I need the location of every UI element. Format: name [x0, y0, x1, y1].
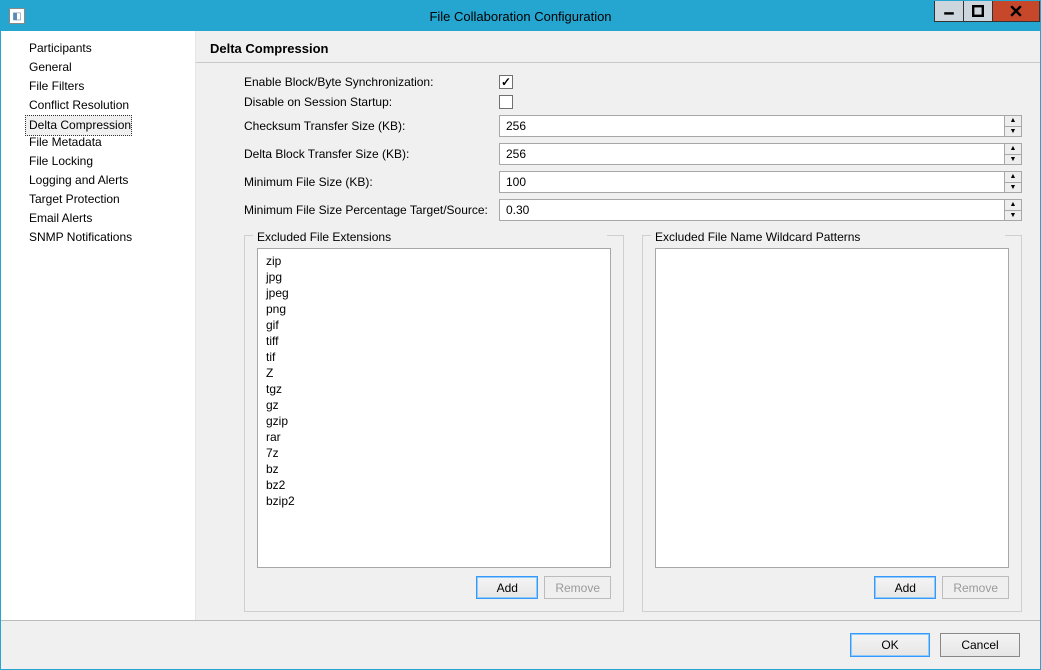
wild-remove-button: Remove: [942, 576, 1009, 599]
row-min-size: Minimum File Size (KB): ▲ ▼: [244, 171, 1022, 193]
sidebar-item-file-metadata[interactable]: File Metadata: [1, 133, 195, 152]
checksum-input[interactable]: [499, 115, 1004, 137]
min-pct-spinner: ▲ ▼: [499, 199, 1022, 221]
group-excluded-extensions: Excluded File Extensions zipjpgjpegpnggi…: [244, 235, 624, 612]
ext-remove-button: Remove: [544, 576, 611, 599]
list-item[interactable]: tgz: [266, 381, 602, 397]
sidebar-item-email-alerts[interactable]: Email Alerts: [1, 209, 195, 228]
close-button[interactable]: [992, 1, 1040, 22]
list-item[interactable]: zip: [266, 253, 602, 269]
min-size-spinner: ▲ ▼: [499, 171, 1022, 193]
ok-button[interactable]: OK: [850, 633, 930, 657]
wild-add-button[interactable]: Add: [874, 576, 936, 599]
ext-add-button[interactable]: Add: [476, 576, 538, 599]
list-item[interactable]: png: [266, 301, 602, 317]
sidebar-item-logging-and-alerts[interactable]: Logging and Alerts: [1, 171, 195, 190]
list-item[interactable]: jpg: [266, 269, 602, 285]
min-size-label: Minimum File Size (KB):: [244, 175, 499, 189]
enable-sync-checkbox[interactable]: [499, 75, 513, 89]
sidebar-item-general[interactable]: General: [1, 58, 195, 77]
list-item[interactable]: Z: [266, 365, 602, 381]
min-pct-label: Minimum File Size Percentage Target/Sour…: [244, 203, 499, 217]
row-disable-startup: Disable on Session Startup:: [244, 95, 1022, 109]
close-icon: [1010, 5, 1022, 17]
main-area: ParticipantsGeneralFile FiltersConflict …: [1, 31, 1040, 621]
maximize-button[interactable]: [963, 1, 993, 22]
list-item[interactable]: gz: [266, 397, 602, 413]
delta-block-label: Delta Block Transfer Size (KB):: [244, 147, 499, 161]
checksum-spin-up[interactable]: ▲: [1005, 116, 1021, 127]
list-item[interactable]: tiff: [266, 333, 602, 349]
minimize-icon: [943, 5, 955, 17]
min-size-spin-down[interactable]: ▼: [1005, 183, 1021, 193]
row-delta-block: Delta Block Transfer Size (KB): ▲ ▼: [244, 143, 1022, 165]
min-pct-spin-up[interactable]: ▲: [1005, 200, 1021, 211]
group-wild-title: Excluded File Name Wildcard Patterns: [651, 230, 1005, 244]
group-ext-title: Excluded File Extensions: [253, 230, 607, 244]
maximize-icon: [972, 5, 984, 17]
app-icon: ◧: [9, 8, 25, 24]
list-item[interactable]: rar: [266, 429, 602, 445]
row-checksum: Checksum Transfer Size (KB): ▲ ▼: [244, 115, 1022, 137]
checksum-spin-buttons: ▲ ▼: [1004, 115, 1022, 137]
list-item[interactable]: bz2: [266, 477, 602, 493]
footer: OK Cancel: [1, 621, 1040, 669]
page-heading: Delta Compression: [196, 31, 1040, 63]
sidebar-item-delta-compression[interactable]: Delta Compression: [25, 115, 132, 136]
list-item[interactable]: bzip2: [266, 493, 602, 509]
list-item[interactable]: 7z: [266, 445, 602, 461]
min-pct-input[interactable]: [499, 199, 1004, 221]
titlebar[interactable]: ◧ File Collaboration Configuration: [1, 1, 1040, 31]
checksum-spin-down[interactable]: ▼: [1005, 127, 1021, 137]
sidebar-item-conflict-resolution[interactable]: Conflict Resolution: [1, 96, 195, 115]
window-title: File Collaboration Configuration: [1, 9, 1040, 24]
delta-block-spin-up[interactable]: ▲: [1005, 144, 1021, 155]
ext-buttons: Add Remove: [257, 576, 611, 599]
disable-startup-label: Disable on Session Startup:: [244, 95, 499, 109]
wild-buttons: Add Remove: [655, 576, 1009, 599]
min-pct-spin-down[interactable]: ▼: [1005, 211, 1021, 221]
min-size-spin-buttons: ▲ ▼: [1004, 171, 1022, 193]
delta-block-input[interactable]: [499, 143, 1004, 165]
cancel-button[interactable]: Cancel: [940, 633, 1020, 657]
delta-block-spinner: ▲ ▼: [499, 143, 1022, 165]
window-controls: [935, 1, 1040, 23]
checksum-label: Checksum Transfer Size (KB):: [244, 119, 499, 133]
sidebar-item-file-filters[interactable]: File Filters: [1, 77, 195, 96]
min-size-spin-up[interactable]: ▲: [1005, 172, 1021, 183]
checksum-spinner: ▲ ▼: [499, 115, 1022, 137]
enable-sync-label: Enable Block/Byte Synchronization:: [244, 75, 499, 89]
minimize-button[interactable]: [934, 1, 964, 22]
list-item[interactable]: tif: [266, 349, 602, 365]
list-item[interactable]: jpeg: [266, 285, 602, 301]
sidebar-item-participants[interactable]: Participants: [1, 39, 195, 58]
delta-block-spin-down[interactable]: ▼: [1005, 155, 1021, 165]
ext-listbox[interactable]: zipjpgjpegpnggiftifftifZtgzgzgziprar7zbz…: [257, 248, 611, 568]
window: ◧ File Collaboration Configuration Parti…: [0, 0, 1041, 670]
row-enable-sync: Enable Block/Byte Synchronization:: [244, 75, 1022, 89]
groups-row: Excluded File Extensions zipjpgjpegpnggi…: [196, 235, 1040, 620]
list-item[interactable]: bz: [266, 461, 602, 477]
list-item[interactable]: gzip: [266, 413, 602, 429]
sidebar: ParticipantsGeneralFile FiltersConflict …: [1, 31, 196, 620]
form-area: Enable Block/Byte Synchronization: Disab…: [196, 63, 1040, 235]
group-excluded-wildcards: Excluded File Name Wildcard Patterns Add…: [642, 235, 1022, 612]
sidebar-item-snmp-notifications[interactable]: SNMP Notifications: [1, 228, 195, 247]
delta-block-spin-buttons: ▲ ▼: [1004, 143, 1022, 165]
body: ParticipantsGeneralFile FiltersConflict …: [1, 31, 1040, 669]
row-min-pct: Minimum File Size Percentage Target/Sour…: [244, 199, 1022, 221]
content-panel: Delta Compression Enable Block/Byte Sync…: [196, 31, 1040, 620]
list-item[interactable]: gif: [266, 317, 602, 333]
wild-listbox[interactable]: [655, 248, 1009, 568]
min-size-input[interactable]: [499, 171, 1004, 193]
min-pct-spin-buttons: ▲ ▼: [1004, 199, 1022, 221]
sidebar-item-file-locking[interactable]: File Locking: [1, 152, 195, 171]
disable-startup-checkbox[interactable]: [499, 95, 513, 109]
sidebar-item-target-protection[interactable]: Target Protection: [1, 190, 195, 209]
